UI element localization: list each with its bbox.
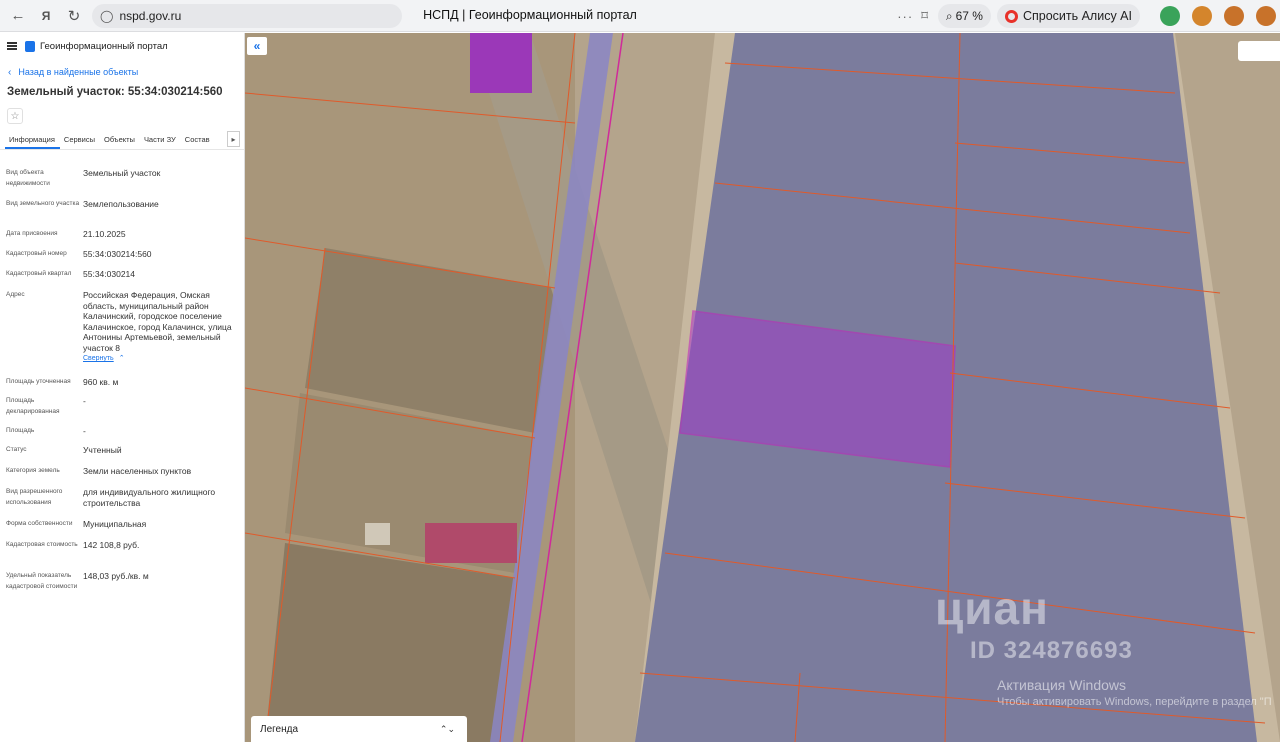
back-to-results-link[interactable]: ‹ Назад в найденные объекты xyxy=(0,61,244,83)
extension-ladybug-icon-3[interactable] xyxy=(1256,6,1276,26)
address-text: Российская Федерация, Омская область, му… xyxy=(83,290,232,353)
windows-activation-text: Чтобы активировать Windows, перейдите в … xyxy=(997,696,1272,708)
windows-activation-title: Активация Windows xyxy=(997,677,1127,693)
collapse-link[interactable]: Свернуть ⌃ xyxy=(83,354,241,365)
chevron-left-icon: ‹ xyxy=(8,66,12,78)
extension-ladybug-icon[interactable] xyxy=(1192,6,1212,26)
yandex-icon[interactable]: Я xyxy=(32,2,60,30)
zoom-indicator[interactable]: ⌕ 67 % xyxy=(937,4,991,28)
attribute-label: Кадастровая стоимость xyxy=(6,541,78,548)
attribute-label: Дата присвоения xyxy=(6,230,58,237)
attribute-label: Адрес xyxy=(6,291,25,298)
listing-id: ID 324876693 xyxy=(970,637,1133,664)
attribute-value: Муниципальная xyxy=(83,519,147,529)
more-dots-icon[interactable]: ··· xyxy=(897,9,913,24)
legend-label: Легенда xyxy=(260,723,299,735)
attribute-value: Землепользование xyxy=(83,199,159,209)
attribute-label: Кадастровый квартал xyxy=(6,270,72,277)
info-tabs: Информация Сервисы Объекты Части ЗУ Сост… xyxy=(0,129,244,150)
attribute-label: Площадь уточненная xyxy=(6,378,71,385)
attribute-label: Площадь декларированная xyxy=(6,397,60,415)
collapse-panel-button[interactable]: « xyxy=(247,37,267,55)
alice-label: Спросить Алису AI xyxy=(1022,9,1132,23)
attribute-label: Статус xyxy=(6,446,27,453)
chevron-right-icon[interactable]: ▸ xyxy=(227,131,240,147)
attribute-value: 21.10.2025 xyxy=(83,229,126,239)
roof-purple xyxy=(470,33,532,93)
map-view[interactable]: « циан ID 324876693 Активация Windows Чт… xyxy=(245,33,1280,742)
attribute-label: Вид земельного участка xyxy=(6,200,80,207)
alice-icon xyxy=(1004,9,1018,23)
satellite-map-layer xyxy=(245,33,1280,742)
address-bar[interactable]: ◯ nspd.gov.ru xyxy=(92,3,402,28)
attribute-value: 55:34:030214 xyxy=(83,269,135,279)
back-label: Назад в найденные объекты xyxy=(18,67,139,77)
url-text: nspd.gov.ru xyxy=(119,8,182,23)
attribute-value: Российская Федерация, Омская область, му… xyxy=(83,290,241,365)
portal-header: Геоинформационный портал xyxy=(0,33,244,59)
portal-title: Геоинформационный портал xyxy=(40,40,168,52)
attribute-value: 55:34:030214:560 xyxy=(83,249,152,259)
reload-icon[interactable]: ↻ xyxy=(60,2,88,30)
attribute-value: - xyxy=(83,426,86,436)
attribute-value: для индивидуального жилищного строительс… xyxy=(83,487,216,508)
attribute-value: 142 108,8 руб. xyxy=(83,540,140,550)
attribute-label: Вид разрешенного использования xyxy=(6,488,63,506)
attribute-value: Земельный участок xyxy=(83,168,161,178)
tab-parts[interactable]: Части ЗУ xyxy=(140,135,181,149)
menu-icon[interactable] xyxy=(7,42,17,50)
extension-ladybug-icon-2[interactable] xyxy=(1224,6,1244,26)
collapse-label: Свернуть xyxy=(83,355,114,362)
attribute-label: Вид объекта недвижимости xyxy=(6,169,50,187)
map-control[interactable] xyxy=(1238,41,1280,61)
attribute-label: Кадастровый номер xyxy=(6,250,67,257)
browser-toolbar: ← Я ↻ ◯ nspd.gov.ru НСПД | Геоинформацио… xyxy=(0,0,1280,32)
tab-composition[interactable]: Состав xyxy=(181,135,215,149)
lot-dark-2 xyxy=(265,543,515,742)
back-arrow-icon[interactable]: ← xyxy=(4,2,32,30)
attribute-label: Удельный показатель кадастровой стоимост… xyxy=(6,572,78,590)
cian-watermark: циан ID 324876693 xyxy=(935,581,1132,664)
attribute-value: Учтенный xyxy=(83,445,122,455)
roof-red xyxy=(425,523,517,563)
zoom-value: 67 % xyxy=(955,9,983,23)
info-panel: Геоинформационный портал ‹ Назад в найде… xyxy=(0,33,245,742)
attribute-label: Форма собственности xyxy=(6,520,73,527)
attribute-label: Категория земель xyxy=(6,467,60,474)
favorite-star-icon[interactable]: ☆ xyxy=(7,108,23,124)
extension-shield-icon[interactable] xyxy=(1160,6,1180,26)
attribute-value: - xyxy=(83,396,86,406)
page-tab-title: НСПД | Геоинформационный портал xyxy=(423,8,637,22)
chevron-up-icon: ⌃ xyxy=(118,355,125,362)
attribute-label: Площадь xyxy=(6,427,35,434)
attribute-value: 960 кв. м xyxy=(83,377,119,387)
shield-icon: ◯ xyxy=(100,8,114,23)
cian-logo: циан xyxy=(935,582,1049,634)
portal-logo-icon xyxy=(25,40,35,52)
tab-services[interactable]: Сервисы xyxy=(60,135,100,149)
bookmark-icon[interactable]: ⌑ xyxy=(921,8,928,24)
legend-dropdown[interactable]: Легенда ⌃⌄ xyxy=(251,716,467,742)
tab-objects[interactable]: Объекты xyxy=(100,135,140,149)
building-light xyxy=(365,523,390,545)
object-title: Земельный участок: 55:34:030214:560 xyxy=(7,86,223,98)
browser-right-tools: ··· ⌑ ⌕ 67 % Спросить Алису AI xyxy=(897,0,1280,32)
ask-alice-button[interactable]: Спросить Алису AI xyxy=(996,4,1140,28)
attribute-value: Земли населенных пунктов xyxy=(83,466,192,476)
tab-info[interactable]: Информация xyxy=(5,135,60,149)
zoom-search-icon: ⌕ xyxy=(945,8,953,23)
chevron-updown-icon: ⌃⌄ xyxy=(439,723,455,734)
attribute-value: 148,03 руб./кв. м xyxy=(83,571,149,581)
